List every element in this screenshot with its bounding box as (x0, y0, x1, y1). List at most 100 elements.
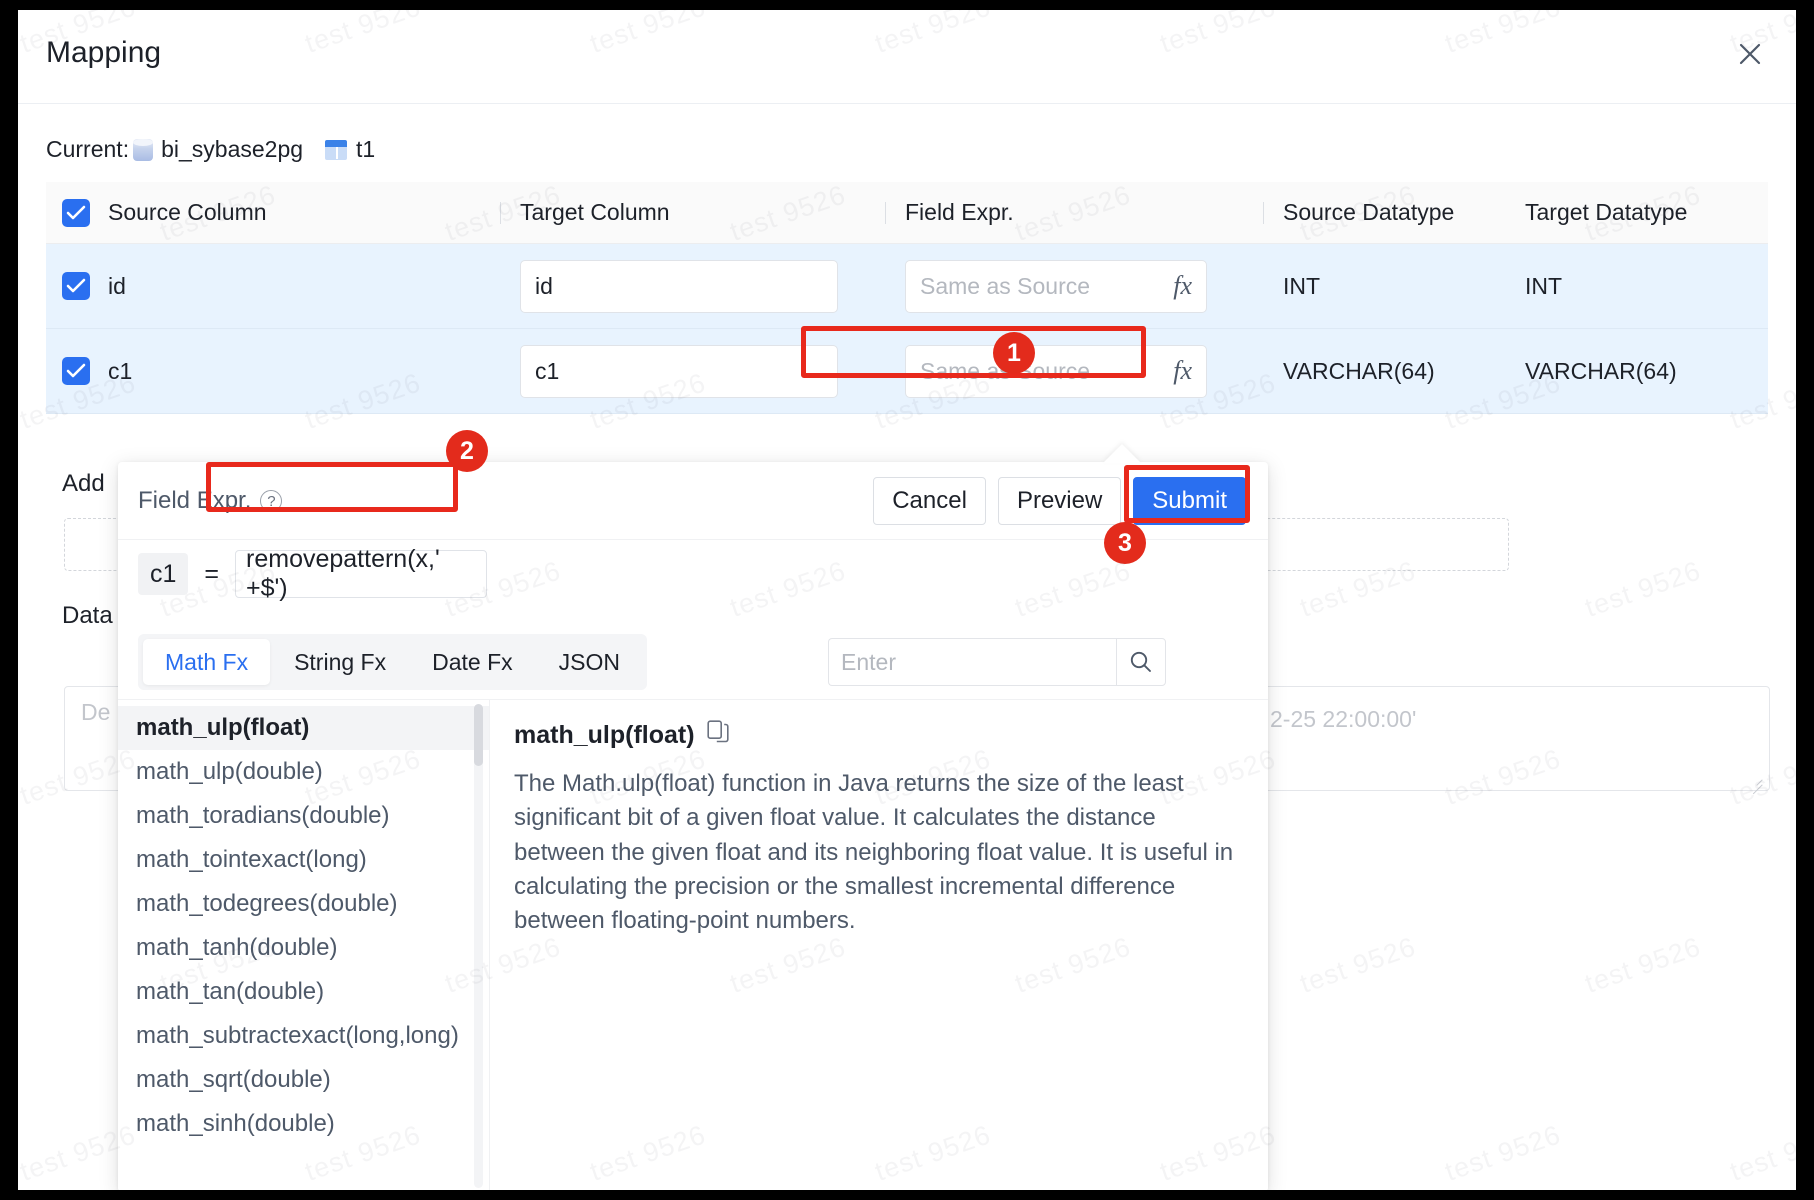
list-item[interactable]: math_sinh(double) (118, 1102, 489, 1146)
fx-icon[interactable]: fx (1163, 356, 1192, 386)
page-title: Mapping (46, 36, 162, 69)
column-divider (885, 201, 886, 224)
copy-icon[interactable] (706, 720, 729, 751)
resize-handle[interactable] (1749, 771, 1763, 785)
current-label: Current: (46, 136, 130, 162)
cancel-button[interactable]: Cancel (873, 477, 986, 525)
expression-input[interactable]: removepattern(x,' +$') (235, 545, 488, 602)
tab-string-fx[interactable]: String Fx (272, 639, 408, 685)
data-placeholder: De (81, 699, 111, 725)
database-icon (133, 138, 154, 162)
submit-button[interactable]: Submit (1133, 477, 1246, 525)
data-tail-text: 2-25 22:00:00' (1270, 706, 1417, 732)
header-label: Target Datatype (1525, 199, 1688, 225)
function-description: The Math.ulp(float) function in Java ret… (514, 770, 1234, 935)
list-item[interactable]: math_sqrt(double) (118, 1058, 489, 1102)
list-item[interactable]: math_subtractexact(long,long) (118, 1014, 489, 1058)
mapping-dialog: Mapping Current: bi_sybase2pg t1 Source … (18, 10, 1796, 1190)
help-circle-icon[interactable]: ? (260, 490, 283, 512)
preview-button[interactable]: Preview (997, 477, 1122, 525)
function-detail-header: math_ulp(float) (514, 720, 1244, 751)
list-item[interactable]: math_toradians(double) (118, 794, 489, 838)
target-column-input[interactable]: id (520, 259, 838, 313)
source-column-value: c1 (108, 357, 133, 384)
table-row: id id Same as Source fx INT INT (46, 244, 1768, 329)
search-input[interactable]: Enter (828, 638, 1116, 686)
popup-pointer-arrow (1103, 444, 1141, 463)
badge-number: 2 (460, 436, 474, 465)
row-checkbox[interactable] (62, 357, 90, 385)
column-divider (500, 201, 501, 224)
cell-field-expr: Same as Source fx (885, 244, 1263, 328)
list-item[interactable]: math_tan(double) (118, 970, 489, 1014)
row-checkbox[interactable] (62, 272, 90, 300)
cell-source-datatype: INT (1263, 244, 1525, 328)
annotation-badge-2: 2 (446, 430, 488, 472)
target-datatype-value: INT (1525, 272, 1563, 299)
annotation-badge-3: 3 (1104, 522, 1146, 564)
column-divider (1263, 201, 1264, 224)
list-item[interactable]: math_tanh(double) (118, 926, 489, 970)
cell-target-column: id (500, 244, 885, 328)
tab-date-fx[interactable]: Date Fx (410, 639, 535, 685)
row-select-cell (46, 244, 108, 328)
dialog-header: Mapping (18, 10, 1796, 104)
scrollbar-thumb[interactable] (474, 704, 483, 766)
source-column-value: id (108, 272, 126, 299)
popup-actions: Cancel Preview Submit (873, 477, 1246, 525)
annotation-badge-1: 1 (993, 332, 1035, 374)
cell-field-expr: Same as Source fx (885, 329, 1263, 413)
list-item[interactable]: math_ulp(float) (118, 706, 489, 750)
expression-equals: = (204, 559, 220, 588)
tab-json[interactable]: JSON (537, 639, 642, 685)
select-all-cell (46, 182, 108, 243)
select-all-checkbox[interactable] (62, 198, 90, 227)
badge-number: 3 (1118, 528, 1132, 557)
breadcrumb: Current: bi_sybase2pg t1 (46, 136, 375, 163)
fx-icon[interactable]: fx (1163, 271, 1192, 301)
function-category-tabs: Math Fx String Fx Date Fx JSON (138, 634, 647, 690)
function-detail: math_ulp(float) The Math.ulp(float) func… (490, 700, 1268, 1190)
cell-source-column: c1 (108, 329, 500, 413)
list-item[interactable]: math_ulp(double) (118, 750, 489, 794)
source-datatype-value: INT (1283, 272, 1321, 299)
expression-variable: c1 (138, 553, 189, 595)
function-list[interactable]: math_ulp(float) math_ulp(double) math_to… (118, 700, 490, 1190)
field-expr-input[interactable]: Same as Source fx (905, 259, 1207, 313)
list-item[interactable]: math_todegrees(double) (118, 882, 489, 926)
table-row: c1 c1 Same as Source fx VARCHAR(64) VARC… (46, 329, 1768, 414)
field-expr-popup: Field Expr. ? Cancel Preview Submit c1 =… (118, 462, 1268, 1190)
target-column-value: id (535, 272, 553, 299)
add-label: Add (62, 470, 105, 497)
header-target-column: Target Column (500, 182, 885, 243)
target-datatype-value: VARCHAR(64) (1525, 357, 1677, 384)
cell-source-column: id (108, 244, 500, 328)
watermark-text: test 9526 (1581, 555, 1705, 623)
mapping-table: Source Column Target Column Field Expr. … (46, 182, 1768, 414)
header-label: Field Expr. (905, 199, 1014, 225)
search-placeholder: Enter (841, 648, 896, 675)
search-icon[interactable] (1116, 638, 1166, 686)
header-field-expr: Field Expr. (885, 182, 1263, 243)
table-header-row: Source Column Target Column Field Expr. … (46, 182, 1768, 244)
popup-body: math_ulp(float) math_ulp(double) math_to… (118, 699, 1268, 1190)
badge-number: 1 (1007, 338, 1021, 367)
target-column-input[interactable]: c1 (520, 344, 838, 398)
popup-title: Field Expr. ? (138, 487, 283, 515)
expression-value: removepattern(x,' +$') (246, 545, 440, 602)
cell-target-datatype: INT (1525, 244, 1768, 328)
popup-title-label: Field Expr. (138, 487, 252, 514)
expression-row: c1 = removepattern(x,' +$') (138, 545, 488, 602)
close-icon[interactable] (1730, 34, 1770, 74)
function-search: Enter (828, 638, 1166, 686)
cell-target-datatype: VARCHAR(64) (1525, 329, 1768, 413)
tab-math-fx[interactable]: Math Fx (143, 639, 271, 685)
table-icon (325, 139, 348, 160)
popup-header: Field Expr. ? Cancel Preview Submit (118, 462, 1268, 540)
field-expr-input-highlighted[interactable]: Same as Source fx (905, 344, 1207, 398)
watermark-text: test 9526 (1441, 1119, 1565, 1187)
list-item[interactable]: math_tointexact(long) (118, 838, 489, 882)
header-source-datatype: Source Datatype (1263, 182, 1525, 243)
field-expr-placeholder: Same as Source (920, 272, 1091, 299)
watermark-text: test 9526 (1296, 931, 1420, 999)
